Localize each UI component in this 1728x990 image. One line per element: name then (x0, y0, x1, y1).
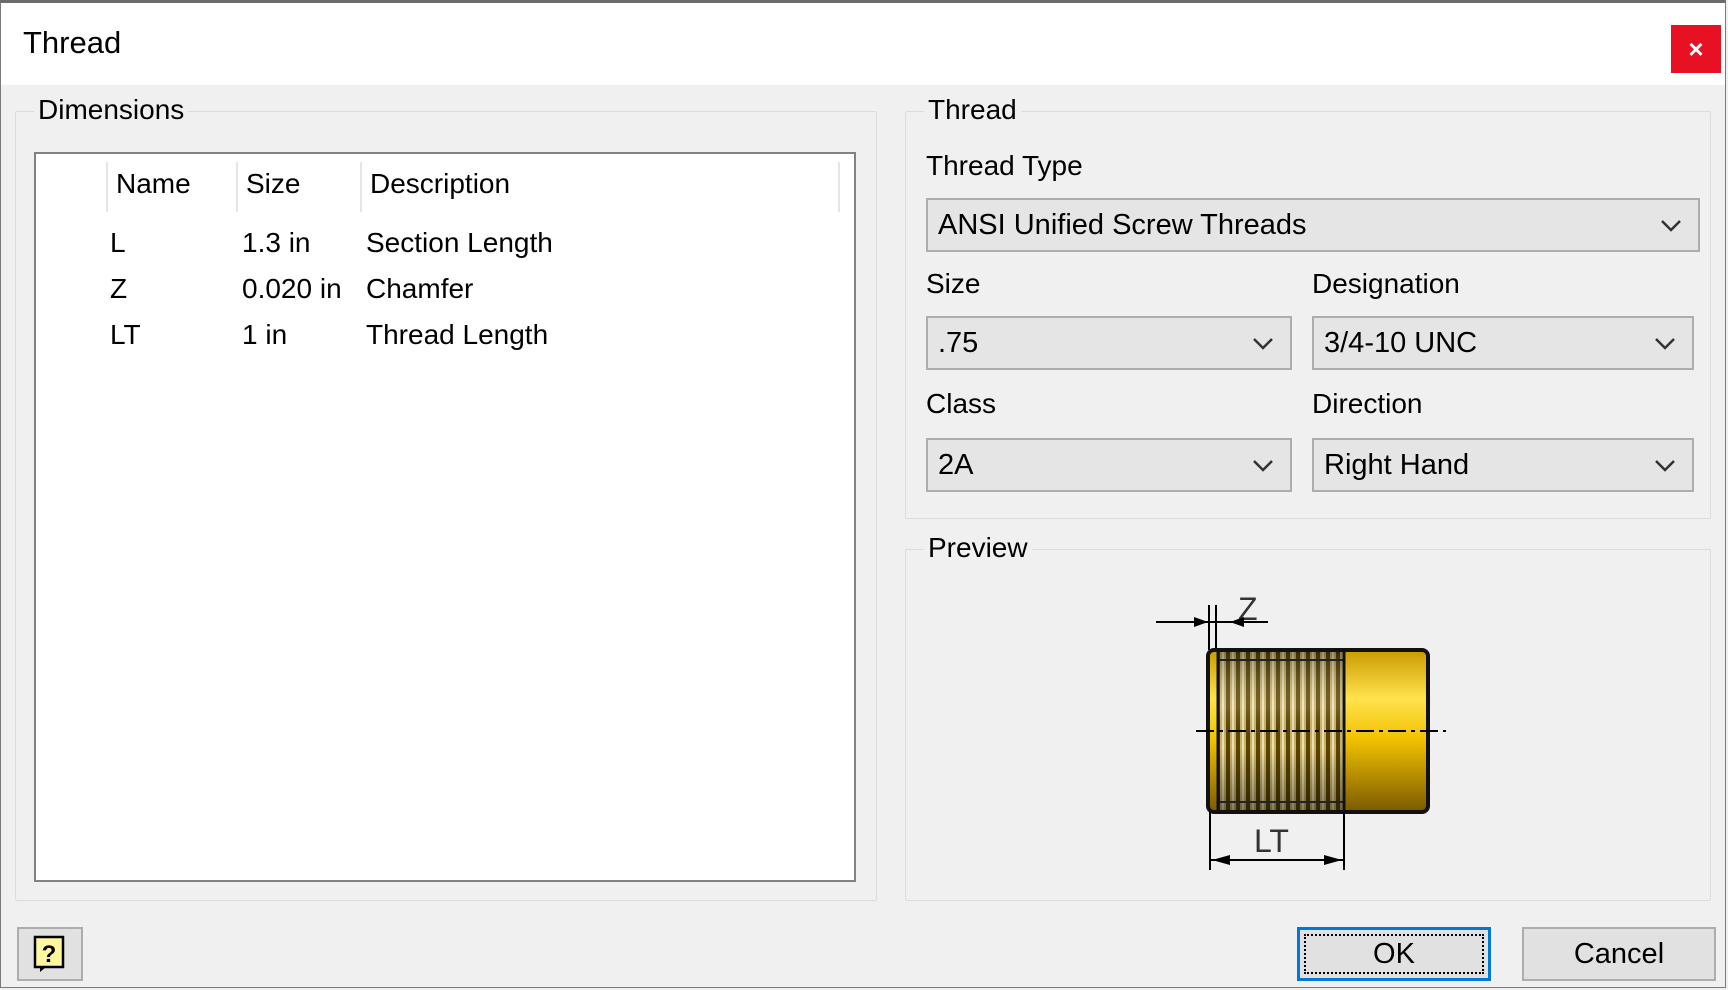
table-row[interactable]: Z 0.020 in Chamfer (36, 266, 854, 312)
z-arrow-left (1194, 617, 1208, 627)
dimensions-rows: L 1.3 in Section Length Z 0.020 in Chamf… (36, 220, 854, 358)
lt-dimension-label: LT (1254, 823, 1289, 859)
lt-arrow-right (1324, 855, 1342, 865)
designation-dropdown[interactable]: 3/4-10 UNC (1312, 316, 1694, 370)
thread-type-value: ANSI Unified Screw Threads (938, 209, 1307, 241)
window-title: Thread (23, 25, 122, 60)
dimensions-group-label: Dimensions (34, 92, 189, 128)
row-description: Thread Length (366, 319, 549, 350)
dimensions-list-header: Name Size Description (36, 154, 854, 216)
class-label: Class (926, 388, 997, 419)
class-dropdown[interactable]: 2A (926, 438, 1292, 492)
row-size: 1 in (242, 319, 288, 350)
chevron-down-icon (1253, 460, 1273, 472)
row-size: 1.3 in (242, 227, 311, 258)
lt-arrow-left (1212, 855, 1230, 865)
svg-text:?: ? (42, 941, 57, 968)
column-header-size[interactable]: Size (236, 162, 360, 212)
column-header-size-label: Size (246, 168, 301, 199)
preview-group-label: Preview (924, 530, 1032, 566)
focus-rectangle (1304, 934, 1484, 974)
column-header-name[interactable]: Name (106, 162, 236, 212)
thread-dialog: Thread × Dimensions Name Size Descriptio… (0, 0, 1726, 988)
thread-group-label: Thread (924, 92, 1021, 128)
row-name: L (110, 227, 126, 258)
thread-preview-diagram: Z LT (1156, 591, 1446, 870)
chevron-down-icon (1655, 338, 1675, 350)
thread-group: Thread Thread Type ANSI Unified Screw Th… (905, 92, 1711, 519)
help-button[interactable]: ? (17, 927, 83, 981)
cancel-button[interactable]: Cancel (1522, 927, 1716, 981)
class-value: 2A (938, 449, 974, 481)
row-name: LT (110, 319, 141, 350)
z-arrow-right (1230, 617, 1244, 627)
thread-type-label: Thread Type (926, 150, 1083, 181)
designation-value: 3/4-10 UNC (1324, 327, 1478, 359)
close-icon: × (1688, 33, 1704, 64)
cancel-button-label: Cancel (1573, 937, 1665, 970)
close-button[interactable]: × (1671, 25, 1721, 73)
row-description: Section Length (366, 227, 553, 258)
chevron-down-icon (1655, 460, 1675, 472)
direction-label: Direction (1312, 388, 1423, 419)
direction-value: Right Hand (1324, 449, 1470, 481)
chevron-down-icon (1253, 338, 1273, 350)
table-row[interactable]: LT 1 in Thread Length (36, 312, 854, 358)
row-description: Chamfer (366, 273, 474, 304)
column-header-name-label: Name (116, 168, 191, 199)
dimensions-group: Dimensions Name Size Description L 1.3 i… (15, 92, 877, 901)
preview-group: Preview Z LT (905, 530, 1711, 901)
designation-label: Designation (1312, 268, 1460, 299)
table-row[interactable]: L 1.3 in Section Length (36, 220, 854, 266)
column-header-description[interactable]: Description (360, 162, 840, 212)
help-icon: ? (33, 935, 65, 972)
direction-dropdown[interactable]: Right Hand (1312, 438, 1694, 492)
title-bar: Thread × (1, 3, 1725, 85)
size-value: .75 (938, 327, 979, 359)
thread-type-dropdown[interactable]: ANSI Unified Screw Threads (926, 198, 1700, 252)
row-size: 0.020 in (242, 273, 342, 304)
dimensions-list[interactable]: Name Size Description L 1.3 in Section L… (34, 152, 856, 882)
ok-button[interactable]: OK (1297, 927, 1491, 981)
size-label: Size (926, 268, 981, 299)
chevron-down-icon (1661, 220, 1681, 232)
size-dropdown[interactable]: .75 (926, 316, 1292, 370)
column-header-description-label: Description (370, 168, 511, 199)
row-name: Z (110, 273, 128, 304)
